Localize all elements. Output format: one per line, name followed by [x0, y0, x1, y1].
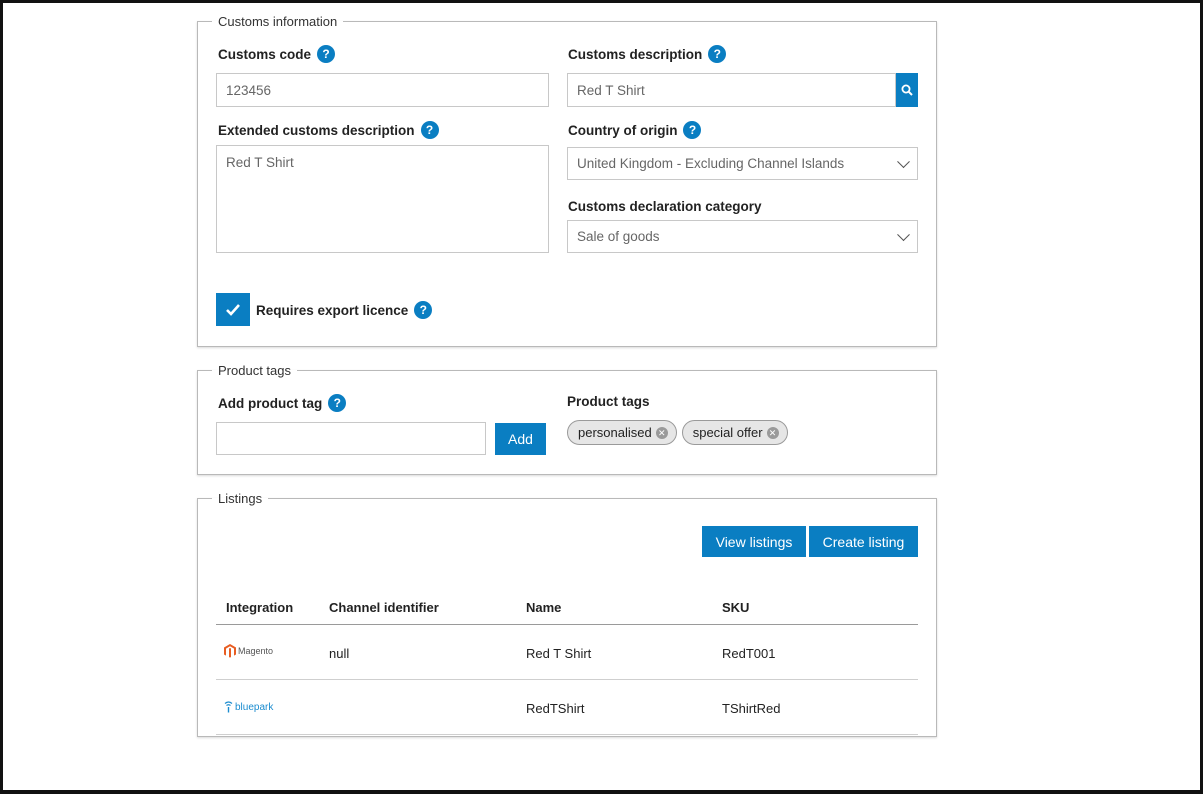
customs-description-label: Customs description ? — [568, 45, 727, 63]
listings-panel: Listings View listings Create listing In… — [197, 491, 937, 737]
remove-tag-icon[interactable]: ✕ — [766, 426, 779, 439]
customs-description-search-button[interactable] — [896, 73, 918, 107]
table-row-divider — [216, 679, 918, 680]
chevron-down-icon — [897, 227, 910, 241]
table-row-integration: bluepark — [224, 701, 273, 713]
product-tags-panel: Product tags Add product tag ? Add Produ… — [197, 363, 937, 475]
table-cell-sku: TShirtRed — [722, 701, 781, 716]
chevron-down-icon — [897, 154, 910, 168]
remove-tag-icon[interactable]: ✕ — [655, 426, 668, 439]
listings-legend: Listings — [218, 491, 263, 506]
add-product-tag-input[interactable] — [216, 422, 486, 455]
product-tag: special offer ✕ — [681, 420, 788, 445]
requires-export-licence-checkbox[interactable] — [216, 293, 250, 326]
table-cell-channel-identifier: null — [329, 646, 350, 661]
extended-customs-description-label: Extended customs description ? — [218, 121, 439, 139]
country-of-origin-label: Country of origin ? — [568, 121, 702, 139]
requires-export-licence-label: Requires export licence ? — [256, 301, 433, 319]
column-header-channel-identifier: Channel identifier — [329, 600, 439, 615]
view-listings-button[interactable]: View listings — [702, 526, 806, 557]
extended-customs-description-textarea[interactable]: Red T Shirt — [216, 145, 549, 253]
country-of-origin-select[interactable]: United Kingdom - Excluding Channel Islan… — [567, 147, 918, 180]
table-row-divider — [216, 734, 918, 735]
product-tags-legend: Product tags — [218, 363, 291, 378]
table-cell-name: RedTShirt — [526, 701, 585, 716]
product-tags-list: personalised ✕ special offer ✕ — [567, 420, 788, 445]
table-header-divider — [216, 624, 918, 625]
integration-name: Magento — [238, 646, 274, 656]
add-tag-button[interactable]: Add — [495, 423, 546, 455]
customs-code-label: Customs code ? — [218, 45, 336, 63]
add-product-tag-label: Add product tag ? — [218, 394, 347, 412]
customs-information-panel: Customs information Customs code ? 12345… — [197, 14, 937, 347]
customs-declaration-category-label: Customs declaration category — [568, 199, 762, 214]
column-header-sku: SKU — [722, 600, 750, 615]
help-icon[interactable]: ? — [420, 121, 439, 139]
column-header-integration: Integration — [226, 600, 294, 615]
integration-name: bluepark — [235, 701, 274, 713]
customs-declaration-category-select[interactable]: Sale of goods — [567, 220, 918, 253]
help-icon[interactable]: ? — [328, 394, 347, 412]
customs-information-legend: Customs information — [218, 14, 338, 29]
bluepark-logo-icon — [224, 701, 233, 713]
customs-code-input[interactable]: 123456 — [216, 73, 549, 107]
help-icon[interactable]: ? — [414, 301, 433, 319]
table-cell-name: Red T Shirt — [526, 646, 592, 661]
create-listing-button[interactable]: Create listing — [809, 526, 918, 557]
help-icon[interactable]: ? — [317, 45, 336, 63]
product-tags-list-label: Product tags — [567, 394, 650, 409]
product-tag: personalised ✕ — [567, 420, 677, 445]
help-icon[interactable]: ? — [708, 45, 727, 63]
column-header-name: Name — [526, 600, 562, 615]
magento-logo-icon — [224, 644, 236, 658]
search-icon — [901, 84, 913, 96]
checkmark-icon — [226, 304, 240, 316]
help-icon[interactable]: ? — [683, 121, 702, 139]
table-row-integration: Magento — [224, 644, 273, 658]
customs-description-input[interactable]: Red T Shirt — [567, 73, 896, 107]
table-cell-sku: RedT001 — [722, 646, 776, 661]
